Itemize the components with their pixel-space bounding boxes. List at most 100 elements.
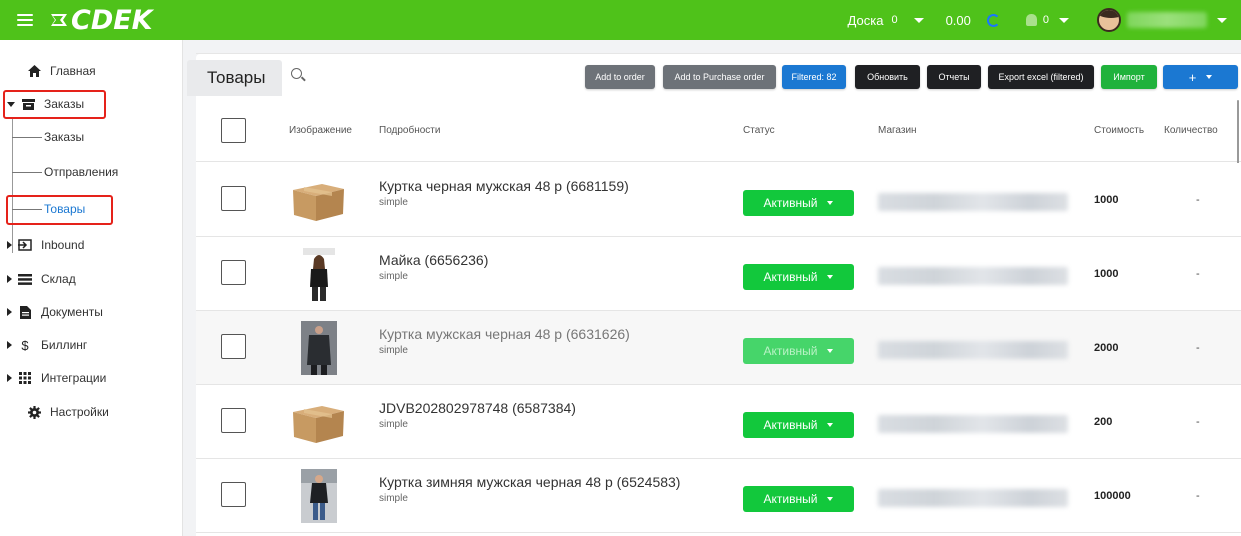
sidebar-item-billing[interactable]: $ Биллинг [7,334,87,356]
highlight-box [6,195,113,225]
product-quantity: - [1196,490,1200,502]
product-title[interactable]: JDVB202802978748 (6587384) [379,400,576,416]
product-image [291,469,346,523]
sidebar-subitem-orders[interactable]: Заказы [12,126,84,148]
row-checkbox[interactable] [221,260,246,285]
status-label: Активный [763,344,818,358]
chevron-down-icon [827,497,834,501]
product-cost: 200 [1094,416,1113,428]
product-type: simple [379,345,408,356]
bell-icon [1025,14,1037,26]
sidebar-item-integrations[interactable]: Интеграции [7,367,106,389]
table-row[interactable]: Куртка мужская черная 48 р (6631626) sim… [196,311,1241,385]
table-row[interactable]: JDVB202802978748 (6587384) simple Активн… [196,385,1241,459]
chevron-down-icon [827,201,834,205]
dollar-icon: $ [21,337,29,353]
import-button[interactable]: Импорт [1101,65,1157,89]
refresh-icon[interactable] [986,13,1000,27]
status-dropdown[interactable]: Активный [743,264,854,290]
shop-redacted [878,267,1068,285]
sidebar-subitem-shipments[interactable]: Отправления [12,161,118,183]
column-header-details: Подробности [379,125,441,136]
status-dropdown[interactable]: Активный [743,338,854,364]
board-label: Доска [847,12,884,28]
add-to-purchase-order-button[interactable]: Add to Purchase order [663,65,776,89]
sidebar-item-label: Главная [50,64,96,78]
status-dropdown[interactable]: Активный [743,412,854,438]
status-label: Активный [763,196,818,210]
chevron-down-icon [1217,17,1227,23]
product-image [291,247,346,301]
sidebar-item-label: Биллинг [41,338,88,352]
gear-icon [27,405,41,419]
chevron-right-icon [7,374,12,382]
sidebar-item-home[interactable]: Главная [27,60,96,82]
product-image [291,395,346,449]
select-all-checkbox[interactable] [221,118,246,143]
product-quantity: - [1196,416,1200,428]
notifications-dropdown[interactable]: 0 [1025,14,1069,26]
row-checkbox[interactable] [221,186,246,211]
logo-mark-icon [51,14,67,26]
sidebar-item-settings[interactable]: Настройки [27,401,109,423]
filtered-button[interactable]: Filtered: 82 [782,65,846,89]
user-menu[interactable] [1097,8,1227,32]
add-to-order-button[interactable]: Add to order [585,65,655,89]
status-dropdown[interactable]: Активный [743,486,854,512]
chevron-down-icon [827,349,834,353]
shop-redacted [878,193,1068,211]
table-row[interactable]: Куртка черная мужская 48 р (6681159) sim… [196,163,1241,237]
product-type: simple [379,197,408,208]
sidebar-item-documents[interactable]: Документы [7,301,103,323]
add-button[interactable]: + [1163,65,1238,89]
sidebar-item-label: Inbound [41,238,85,252]
export-excel-button[interactable]: Export excel (filtered) [988,65,1094,89]
column-header-status: Статус [743,125,775,136]
column-header-quantity: Количество [1164,125,1218,136]
refresh-button[interactable]: Обновить [855,65,920,89]
chevron-down-icon [1206,75,1213,79]
product-type: simple [379,419,408,430]
product-title[interactable]: Куртка черная мужская 48 р (6681159) [379,178,629,194]
balance-value: 0.00 [945,12,971,28]
box-image [293,406,344,443]
chevron-down-icon [1059,17,1069,23]
jacket-photo [301,321,337,375]
shop-redacted [878,341,1068,359]
product-title[interactable]: Куртка мужская черная 48 р (6631626) [379,326,630,342]
chevron-right-icon [7,341,12,349]
chevron-right-icon [7,308,12,316]
row-checkbox[interactable] [221,408,246,433]
chevron-down-icon [827,275,834,279]
table-row[interactable]: Майка (6656236) simple Активный 1000 - [196,237,1241,311]
sidebar-subitem-label: Заказы [44,130,85,144]
document-icon [18,305,32,319]
status-dropdown[interactable]: Активный [743,190,854,216]
table-row[interactable]: Куртка зимняя мужская черная 48 р (65245… [196,459,1241,533]
menu-icon[interactable] [17,14,33,26]
reports-button[interactable]: Отчеты [927,65,981,89]
product-title[interactable]: Куртка зимняя мужская черная 48 р (65245… [379,474,680,490]
highlight-box [3,90,106,119]
product-cost: 100000 [1094,490,1131,502]
sidebar-item-label: Настройки [50,405,109,419]
search-icon[interactable] [291,68,302,79]
product-image [291,173,346,227]
chevron-right-icon [7,241,12,249]
plus-icon: + [1188,69,1197,85]
sidebar-item-warehouse[interactable]: Склад [7,268,76,290]
column-header-cost: Стоимость [1094,125,1145,136]
product-title[interactable]: Майка (6656236) [379,252,488,268]
row-checkbox[interactable] [221,334,246,359]
sidebar-item-label: Склад [41,272,76,286]
avatar [1097,8,1121,32]
sidebar-item-inbound[interactable]: Inbound [7,234,84,256]
row-checkbox[interactable] [221,482,246,507]
status-label: Активный [763,418,818,432]
chevron-down-icon [827,423,834,427]
board-dropdown[interactable]: Доска 0 [848,13,924,28]
box-image [293,184,344,221]
logo[interactable]: CDEK [49,0,153,40]
product-type: simple [379,271,408,282]
shop-redacted [878,415,1068,433]
